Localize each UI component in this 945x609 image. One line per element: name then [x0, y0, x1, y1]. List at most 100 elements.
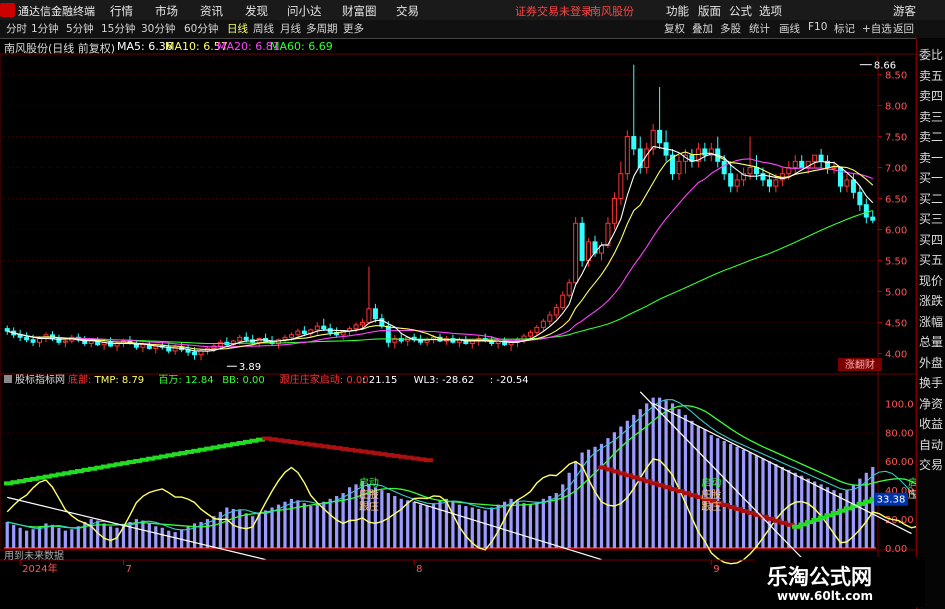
- sidebar-item[interactable]: 外盘: [919, 354, 945, 371]
- watermark-url: www.60lt.com: [777, 589, 874, 603]
- indicator-readout: 跟庄庄家启动: 0.00: [280, 373, 369, 386]
- candle-body: [812, 154, 818, 162]
- price-tick-label: 6.00: [885, 225, 907, 236]
- sidebar-item[interactable]: 现价: [919, 272, 945, 289]
- candle-body: [870, 216, 876, 221]
- candle-body: [547, 314, 553, 322]
- candle-body: [631, 136, 637, 150]
- x-tick-label: 2024年: [22, 562, 57, 575]
- sidebar-item[interactable]: 买一: [919, 169, 945, 186]
- candle-body: [702, 148, 708, 156]
- candle-body: [4, 328, 10, 332]
- x-tick-label: 9: [713, 564, 719, 575]
- candle-body: [586, 241, 592, 261]
- candle-body: [288, 334, 294, 338]
- price-tick-label: 5.00: [885, 287, 907, 298]
- candle-body: [321, 325, 327, 330]
- candle-body: [540, 320, 546, 328]
- candle-body: [676, 160, 682, 175]
- indicator-readout: : -20.54: [490, 375, 529, 386]
- candle-body: [37, 338, 43, 343]
- indicator-readout: : 21.15: [362, 375, 397, 386]
- indicator-tick-label: 0.00: [885, 544, 907, 555]
- candle-body: [359, 321, 365, 326]
- candle-body: [721, 160, 727, 175]
- sidebar-item[interactable]: 卖二: [919, 128, 945, 145]
- sidebar-item[interactable]: 卖三: [919, 108, 945, 125]
- annotation-label: 涨翻财: [845, 358, 875, 371]
- candle-body: [314, 325, 320, 331]
- sidebar-item[interactable]: 总量: [919, 333, 945, 350]
- candle-body: [831, 167, 837, 170]
- trendline: [413, 501, 602, 561]
- indicator-tick-label: 80.00: [885, 428, 914, 439]
- candle-body: [850, 179, 856, 193]
- sidebar-item[interactable]: 净资: [919, 395, 945, 412]
- candle-body: [30, 339, 36, 343]
- candle-body: [573, 222, 579, 284]
- sidebar-item[interactable]: 买四: [919, 231, 945, 248]
- candle-body: [560, 294, 566, 309]
- candle-body: [385, 325, 391, 343]
- price-tick-label: 7.50: [885, 133, 907, 144]
- price-tick-label: 8.50: [885, 71, 907, 82]
- sidebar-item[interactable]: 交易: [919, 456, 945, 473]
- candle-body: [301, 330, 307, 335]
- sidebar-item[interactable]: 买三: [919, 210, 945, 227]
- x-tick-label: 7: [125, 564, 131, 575]
- sidebar-item[interactable]: 换手: [919, 374, 945, 391]
- sidebar-item[interactable]: 委比: [919, 46, 945, 63]
- candle-body: [372, 308, 378, 320]
- candle-body: [62, 340, 68, 343]
- indicator-readout: WL3: -28.62: [414, 375, 475, 386]
- sidebar-item[interactable]: 收益: [919, 415, 945, 432]
- candle-body: [88, 340, 94, 344]
- indicator-line-cyan: [7, 399, 932, 531]
- candle-body: [818, 154, 824, 162]
- signal-label: 庄股: [359, 488, 379, 501]
- indicator-readout: BB: 0.00: [222, 375, 265, 386]
- candle-body: [844, 179, 850, 187]
- candle-body: [734, 179, 740, 187]
- candle-body: [611, 198, 617, 224]
- indicator-title: 股标指标网: [15, 373, 65, 386]
- sidebar-item[interactable]: 卖一: [919, 149, 945, 166]
- candle-body: [837, 167, 843, 187]
- candle-body: [24, 336, 30, 341]
- chart-canvas[interactable]: 8.50 8.00 7.50 7.00 6.50 6.00 5.50 5.00 4.50 4.00…: [0, 0, 945, 609]
- sidebar-item[interactable]: 买二: [919, 190, 945, 207]
- candle-body: [366, 308, 372, 323]
- signal-label: 跟庄: [701, 500, 721, 513]
- current-value-label: 33.38: [877, 495, 906, 506]
- candle-body: [553, 307, 559, 316]
- candle-body: [863, 204, 869, 218]
- ma20-line: [7, 158, 873, 348]
- annotation-label: 8.66: [874, 61, 896, 72]
- candle-body: [754, 167, 760, 175]
- candle-body: [527, 331, 533, 337]
- candle-body: [243, 336, 249, 341]
- candle-body: [353, 324, 359, 330]
- indicator-menu-icon: [4, 375, 12, 383]
- indicator-readout: 底部:: [68, 373, 91, 386]
- price-tick-label: 7.00: [885, 164, 907, 175]
- indicator-tick-label: 100.0: [885, 399, 914, 410]
- candle-body: [766, 179, 772, 187]
- candle-body: [792, 160, 798, 169]
- price-tick-label: 8.00: [885, 102, 907, 113]
- signal-label: 庄股: [701, 488, 721, 501]
- candle-body: [728, 173, 734, 187]
- sidebar-item[interactable]: 自动: [919, 436, 945, 453]
- candle-body: [217, 341, 223, 347]
- sidebar-item[interactable]: 涨幅: [919, 313, 945, 330]
- price-tick-label: 6.50: [885, 195, 907, 206]
- price-tick-label: 4.50: [885, 318, 907, 329]
- sidebar-item[interactable]: 卖五: [919, 67, 945, 84]
- x-tick-label: 8: [416, 564, 422, 575]
- ma10-line: [7, 151, 874, 351]
- indicator-band-red: [423, 458, 433, 463]
- candle-body: [618, 173, 624, 200]
- sidebar-item[interactable]: 卖四: [919, 87, 945, 104]
- sidebar-item[interactable]: 买五: [919, 251, 945, 268]
- sidebar-item[interactable]: 涨跌: [919, 292, 945, 309]
